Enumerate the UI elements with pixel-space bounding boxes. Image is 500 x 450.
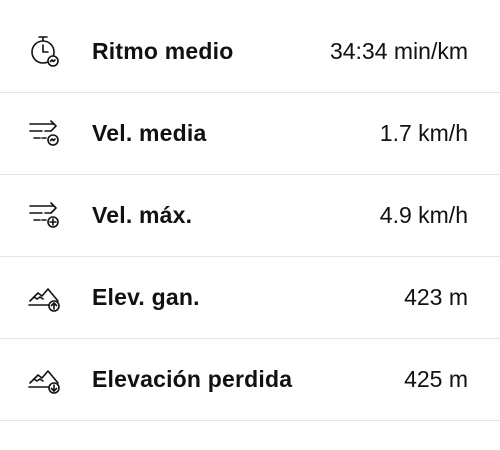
stat-value: 425 m [404, 366, 468, 392]
stopwatch-pace-icon [28, 35, 62, 69]
stat-label: Vel. media [92, 120, 207, 146]
speed-max-icon [28, 199, 62, 233]
stat-value: 1.7 km/h [379, 120, 468, 146]
elevation-gain-icon [28, 281, 62, 315]
stat-value: 4.9 km/h [379, 202, 468, 228]
stat-label: Elev. gan. [92, 284, 200, 310]
stat-value: 423 m [404, 284, 468, 310]
stat-label: Elevación perdida [92, 366, 293, 392]
stat-row-max-speed: Vel. máx. 4.9 km/h [0, 175, 500, 257]
stat-row-elevation-loss: Elevación perdida 425 m [0, 339, 500, 421]
stat-label: Ritmo medio [92, 38, 234, 64]
elevation-loss-icon [28, 363, 62, 397]
speed-average-icon [28, 117, 62, 151]
activity-stats-list: Ritmo medio 34:34 min/km Vel. media 1.7 … [0, 11, 500, 421]
stat-row-elevation-gain: Elev. gan. 423 m [0, 257, 500, 339]
stat-value: 34:34 min/km [329, 38, 468, 64]
stat-label: Vel. máx. [92, 202, 193, 228]
stat-row-average-pace: Ritmo medio 34:34 min/km [0, 11, 500, 93]
stat-row-average-speed: Vel. media 1.7 km/h [0, 93, 500, 175]
